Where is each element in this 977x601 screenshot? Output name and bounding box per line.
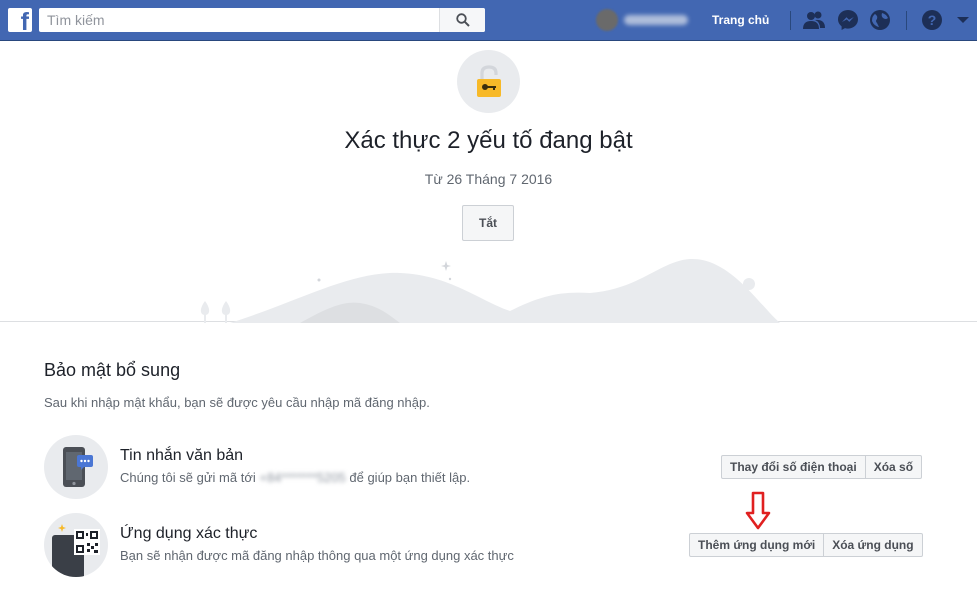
messages-button[interactable]: [836, 8, 860, 32]
account-menu-button[interactable]: [951, 8, 975, 32]
facebook-logo-icon[interactable]: f: [8, 8, 32, 32]
nav-divider: [906, 11, 907, 30]
globe-icon: [870, 10, 890, 30]
red-down-arrow-annotation: [745, 491, 771, 530]
method-description: Bạn sẽ nhận được mã đăng nhập thông qua …: [120, 548, 514, 563]
lock-illustration: [457, 50, 520, 113]
add-new-app-button[interactable]: Thêm ứng dụng mới: [689, 533, 825, 557]
method-title: Ứng dụng xác thực: [120, 525, 258, 542]
remove-number-button[interactable]: Xóa số: [865, 455, 923, 479]
method-title: Tin nhắn văn bản: [120, 447, 244, 464]
turn-off-button[interactable]: Tắt: [462, 205, 514, 241]
mountains-illustration: [200, 258, 780, 323]
search-box: [39, 8, 485, 32]
phone-message-illustration: [44, 435, 108, 499]
home-link[interactable]: Trang chủ: [704, 0, 777, 41]
two-factor-status-panel: Xác thực 2 yếu tố đang bật Từ 26 Tháng 7…: [0, 41, 977, 323]
avatar: [596, 9, 618, 31]
enabled-date: Từ 26 Tháng 7 2016: [424, 171, 553, 187]
help-icon: ?: [922, 10, 942, 30]
help-button[interactable]: ?: [920, 8, 944, 32]
text-message-actions: Thay đổi số điện thoại Xóa số: [721, 455, 923, 479]
description-text: để giúp bạn thiết lập.: [349, 470, 471, 485]
profile-name-redacted: [624, 15, 688, 25]
masked-phone-number: +84*******5205: [259, 470, 346, 485]
friend-requests-button[interactable]: [802, 8, 826, 32]
search-input[interactable]: [39, 8, 439, 32]
nav-divider: [790, 11, 791, 30]
description-text: Chúng tôi sẽ gửi mã tới: [120, 470, 256, 485]
section-title: Bảo mật bổ sung: [44, 360, 181, 380]
search-icon: [455, 13, 470, 27]
svg-text:?: ?: [928, 12, 937, 28]
dropdown-caret-icon: [957, 17, 969, 23]
authenticator-actions: Thêm ứng dụng mới Xóa ứng dụng: [689, 533, 923, 557]
change-phone-number-button[interactable]: Thay đổi số điện thoại: [721, 455, 866, 479]
notifications-button[interactable]: [868, 8, 892, 32]
phone-message-icon: [63, 447, 93, 487]
unlocked-padlock-icon: [476, 64, 501, 97]
top-navigation-bar: f Trang chủ: [0, 0, 977, 41]
search-button[interactable]: [439, 8, 485, 32]
messenger-icon: [838, 10, 858, 30]
page-title: Xác thực 2 yếu tố đang bật: [344, 127, 633, 154]
method-description: Chúng tôi sẽ gửi mã tới +84*******5205 đ…: [120, 470, 470, 485]
friends-icon: [803, 11, 825, 29]
qr-code-icon: [52, 524, 100, 577]
authenticator-illustration: [44, 513, 108, 577]
profile-link[interactable]: [596, 8, 696, 32]
remove-app-button[interactable]: Xóa ứng dụng: [824, 533, 923, 557]
section-description: Sau khi nhập mật khẩu, bạn sẽ được yêu c…: [44, 395, 430, 410]
